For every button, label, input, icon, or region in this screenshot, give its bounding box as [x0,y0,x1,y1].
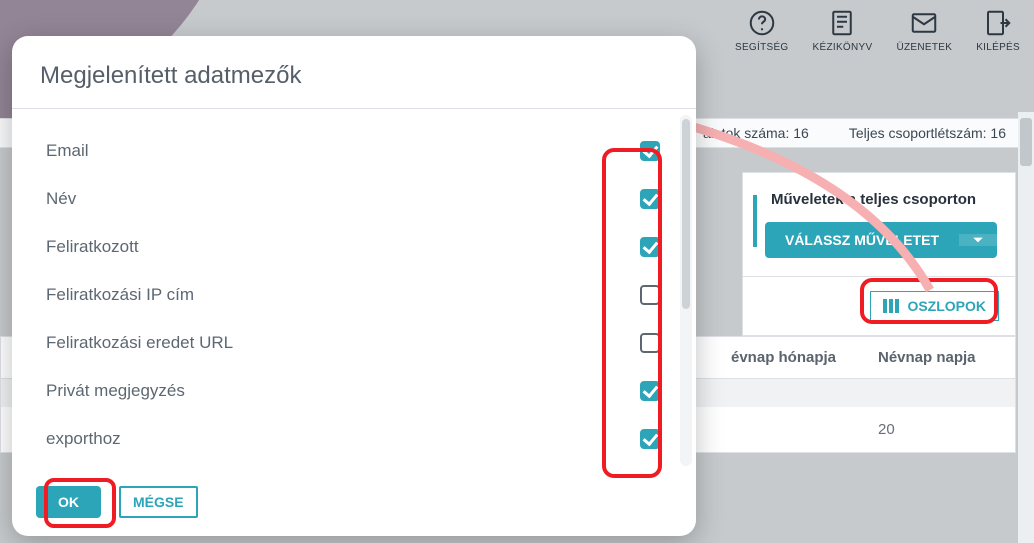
grid-cell [868,379,1015,407]
field-label: Feliratkozási IP cím [46,285,194,305]
top-nav: SEGÍTSÉG KÉZIKÖNYV ÜZENETEK KILÉPÉS [735,8,1020,53]
grid-cell: 20 [868,407,1015,452]
field-row: Feliratkozási IP cím [46,271,668,319]
scrollbar-thumb[interactable] [1020,118,1032,166]
field-checkbox[interactable] [640,237,660,257]
nav-logout[interactable]: KILÉPÉS [976,8,1020,53]
accent-bar [753,195,757,247]
nav-messages[interactable]: ÜZENETEK [896,8,952,53]
grid-cell [721,379,868,407]
grid-header-col1[interactable]: évnap hónapja [721,337,868,378]
columns-button-panel: OSZLOPOK [742,276,1016,336]
nav-manual-label: KÉZIKÖNYV [813,42,873,53]
field-row: Feliratkozási eredet URL [46,319,668,367]
field-row: Privát megjegyzés [46,367,668,415]
field-label: Név [46,189,76,209]
hits-value: 16 [793,125,809,141]
chevron-down-icon [959,234,997,246]
nav-help-label: SEGÍTSÉG [735,42,789,53]
field-checkbox[interactable] [640,333,660,353]
field-list: Email Név Feliratkozott Feliratkozási IP cí… [46,127,668,463]
group-value: 16 [990,125,1006,141]
nav-messages-label: ÜZENETEK [896,42,952,53]
modal-title: Megjelenített adatmezők [12,36,696,108]
group-actions-title: Műveletek a teljes csoporton [771,191,997,208]
help-icon [747,8,777,38]
select-operation-dropdown[interactable]: VÁLASSZ MŰVELETET [765,222,997,258]
mail-icon [909,8,939,38]
nav-help[interactable]: SEGÍTSÉG [735,8,789,53]
field-row: exporthoz [46,415,668,463]
field-row: Email [46,127,668,175]
hits-label: alatok száma: [703,125,789,141]
columns-icon [883,299,901,313]
modal-scrollbar[interactable] [680,115,692,466]
field-label: exporthoz [46,429,121,449]
columns-button-label: OSZLOPOK [907,298,986,314]
group-actions-panel: Műveletek a teljes csoporton VÁLASSZ MŰV… [742,172,1016,279]
grid-cell [721,407,868,452]
displayed-fields-modal: Megjelenített adatmezők Email Név Feliratk… [12,36,696,536]
ok-button[interactable]: OK [36,486,101,518]
cancel-button[interactable]: MÉGSE [119,486,198,518]
scrollbar-thumb[interactable] [682,119,690,309]
field-checkbox[interactable] [640,285,660,305]
nav-manual[interactable]: KÉZIKÖNYV [813,8,873,53]
field-label: Feliratkozott [46,237,139,257]
field-row: Név [46,175,668,223]
field-checkbox[interactable] [640,189,660,209]
select-operation-label: VÁLASSZ MŰVELETET [765,232,959,248]
nav-logout-label: KILÉPÉS [976,42,1020,53]
page-scrollbar[interactable] [1018,112,1034,543]
group-label: Teljes csoportlétszám: [849,125,987,141]
field-label: Privát megjegyzés [46,381,185,401]
field-checkbox[interactable] [640,429,660,449]
field-checkbox[interactable] [640,381,660,401]
field-row: Feliratkozott [46,223,668,271]
columns-button[interactable]: OSZLOPOK [870,291,999,321]
grid-header-col2[interactable]: Névnap napja [868,337,1015,378]
field-checkbox[interactable] [640,141,660,161]
field-label: Email [46,141,89,161]
field-label: Feliratkozási eredet URL [46,333,233,353]
manual-icon [827,8,857,38]
logout-icon [983,8,1013,38]
